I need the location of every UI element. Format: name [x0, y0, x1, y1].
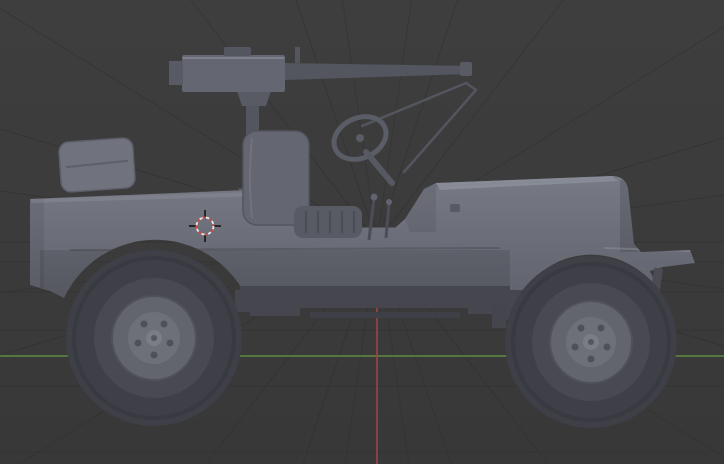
rear-wheel[interactable]: [66, 250, 242, 426]
rear-seat: [58, 137, 136, 193]
front-hub-center: [588, 339, 594, 345]
gear-knob: [370, 193, 378, 201]
viewport-window: [0, 0, 724, 464]
wheel-bolt: [577, 324, 585, 332]
side-step: [250, 302, 300, 316]
gun-receiver: [182, 55, 285, 92]
transfer-knob: [386, 199, 392, 205]
wheel-bolt: [140, 320, 148, 328]
exhaust-pipe: [310, 312, 460, 318]
steering-hub: [356, 134, 364, 142]
spring-hanger: [492, 304, 506, 328]
wheel-bolt: [134, 339, 142, 347]
wheel-bolt: [587, 355, 595, 363]
wheel-bolt: [571, 343, 579, 351]
gun-backplate: [169, 61, 183, 85]
door-latch: [450, 204, 460, 212]
gun-top-handle: [224, 47, 251, 56]
wheel-bolt: [160, 320, 168, 328]
rear-hub-center: [151, 335, 157, 341]
wheel-bolt: [166, 339, 174, 347]
viewport-3d[interactable]: [0, 0, 724, 464]
front-wheel[interactable]: [505, 256, 677, 428]
wheel-bolt: [150, 351, 158, 359]
wheel-bolt: [597, 324, 605, 332]
gun-front-sight: [295, 47, 300, 63]
wheel-bolt: [603, 343, 611, 351]
rear-panel-shade: [30, 196, 44, 288]
gun-muzzle: [460, 62, 472, 76]
driver-seat-cushion: [294, 206, 362, 238]
